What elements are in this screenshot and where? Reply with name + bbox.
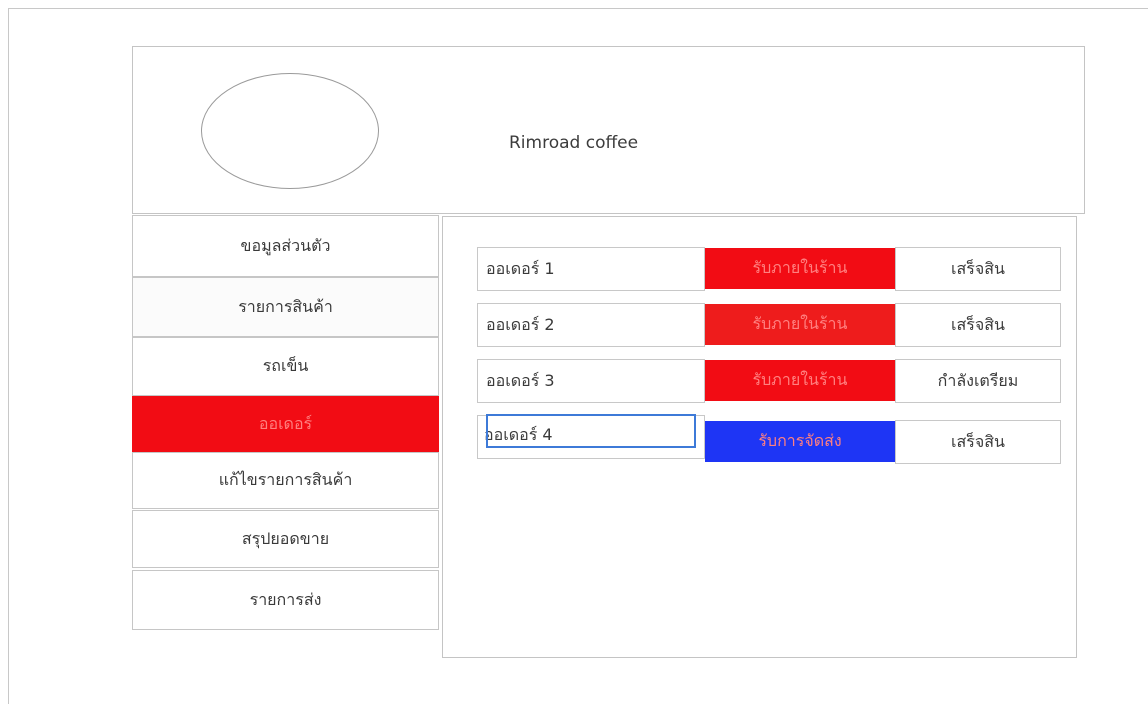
order-name[interactable]: ออเดอร์ 4 — [477, 414, 705, 459]
order-type-badge[interactable]: รับภายในร้าน — [705, 304, 895, 345]
order-name[interactable]: ออเดอร์ 3 — [477, 359, 705, 403]
orders-panel: ออเดอร์ 1 รับภายในร้าน เสร็จสิน ออเดอร์ … — [442, 216, 1077, 658]
sidebar-item-sales-summary[interactable]: สรุปยอดขาย — [132, 510, 439, 568]
order-row: ออเดอร์ 4 รับการจัดส่ง เสร็จสิน — [477, 414, 1063, 464]
order-row: ออเดอร์ 3 รับภายในร้าน กำลังเตรียม — [477, 359, 1063, 403]
order-name-label: ออเดอร์ 4 — [484, 425, 553, 444]
order-type-badge[interactable]: รับภายในร้าน — [705, 248, 895, 289]
order-name-label: ออเดอร์ 1 — [486, 259, 555, 278]
app-header: Rimroad coffee — [132, 46, 1085, 214]
sidebar-item-products[interactable]: รายการสินค้า — [132, 277, 439, 337]
brand-name: Rimroad coffee — [509, 133, 639, 153]
order-status[interactable]: กำลังเตรียม — [895, 359, 1061, 403]
order-status[interactable]: เสร็จสิน — [895, 303, 1061, 347]
order-row: ออเดอร์ 1 รับภายในร้าน เสร็จสิน — [477, 247, 1063, 291]
sidebar-item-profile[interactable]: ขอมูลส่วนตัว — [132, 215, 439, 277]
logo-placeholder — [201, 73, 379, 189]
sidebar-item-orders[interactable]: ออเดอร์ — [132, 396, 439, 452]
order-type-badge[interactable]: รับภายในร้าน — [705, 360, 895, 401]
sidebar-item-edit-products[interactable]: แก้ไขรายการสินค้า — [132, 452, 439, 509]
order-status[interactable]: เสร็จสิน — [895, 420, 1061, 464]
order-name[interactable]: ออเดอร์ 2 — [477, 303, 705, 347]
sidebar-item-cart[interactable]: รถเข็น — [132, 337, 439, 396]
order-status[interactable]: เสร็จสิน — [895, 247, 1061, 291]
order-type-badge[interactable]: รับการจัดส่ง — [705, 421, 895, 462]
order-name-label: ออเดอร์ 2 — [486, 315, 555, 334]
order-name-label: ออเดอร์ 3 — [486, 371, 555, 390]
order-name[interactable]: ออเดอร์ 1 — [477, 247, 705, 291]
sidebar-item-deliveries[interactable]: รายการส่ง — [132, 570, 439, 630]
order-row: ออเดอร์ 2 รับภายในร้าน เสร็จสิน — [477, 303, 1063, 347]
